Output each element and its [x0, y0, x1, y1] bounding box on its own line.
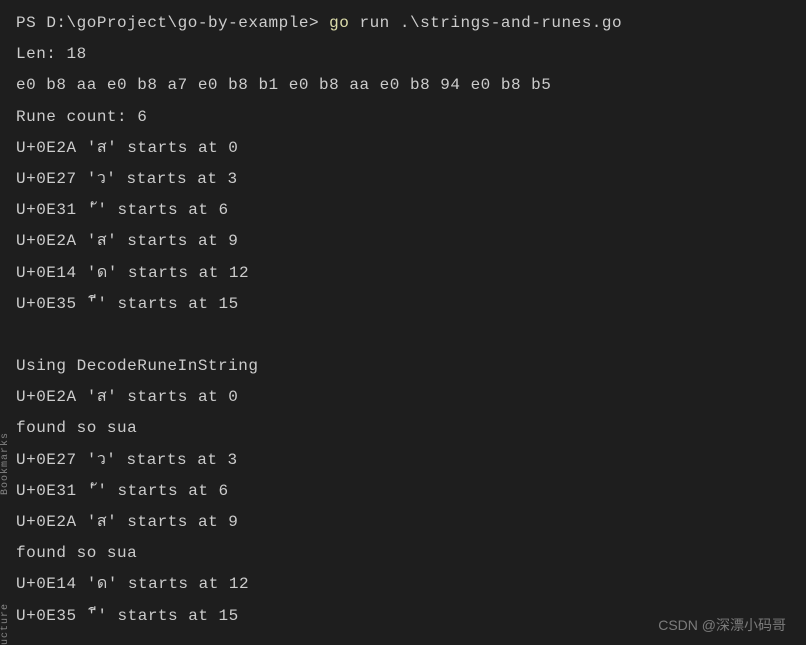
- output-line: U+0E2A 'ส' starts at 0: [16, 382, 790, 413]
- output-line: found so sua: [16, 413, 790, 444]
- output-line: e0 b8 aa e0 b8 a7 e0 b8 b1 e0 b8 aa e0 b…: [16, 70, 790, 101]
- output-line: Using DecodeRuneInString: [16, 351, 790, 382]
- command-args: run .\strings-and-runes.go: [349, 14, 622, 32]
- output-line: Rune count: 6: [16, 102, 790, 133]
- terminal-output[interactable]: PS D:\goProject\go-by-example> go run .\…: [0, 0, 806, 640]
- output-line: U+0E31 'ั' starts at 6: [16, 195, 790, 226]
- output-line: U+0E2A 'ส' starts at 9: [16, 507, 790, 538]
- output-line: found so sua: [16, 538, 790, 569]
- output-line: Len: 18: [16, 39, 790, 70]
- prompt-path: D:\goProject\go-by-example>: [46, 14, 329, 32]
- output-line: U+0E2A 'ส' starts at 0: [16, 133, 790, 164]
- prompt-ps: PS: [16, 14, 46, 32]
- sidebar-structure-label[interactable]: ucture: [0, 603, 11, 645]
- output-line: U+0E14 'ด' starts at 12: [16, 569, 790, 600]
- output-line: U+0E27 'ว' starts at 3: [16, 164, 790, 195]
- output-line: U+0E35 'ี' starts at 15: [16, 289, 790, 320]
- command-go: go: [329, 14, 349, 32]
- output-line: U+0E14 'ด' starts at 12: [16, 258, 790, 289]
- output-line: U+0E27 'ว' starts at 3: [16, 445, 790, 476]
- output-line: U+0E2A 'ส' starts at 9: [16, 226, 790, 257]
- output-line: U+0E31 'ั' starts at 6: [16, 476, 790, 507]
- output-line: [16, 320, 790, 351]
- prompt-line: PS D:\goProject\go-by-example> go run .\…: [16, 8, 790, 39]
- sidebar-bookmarks-label[interactable]: Bookmarks: [0, 432, 11, 495]
- watermark: CSDN @深漂小码哥: [658, 615, 786, 635]
